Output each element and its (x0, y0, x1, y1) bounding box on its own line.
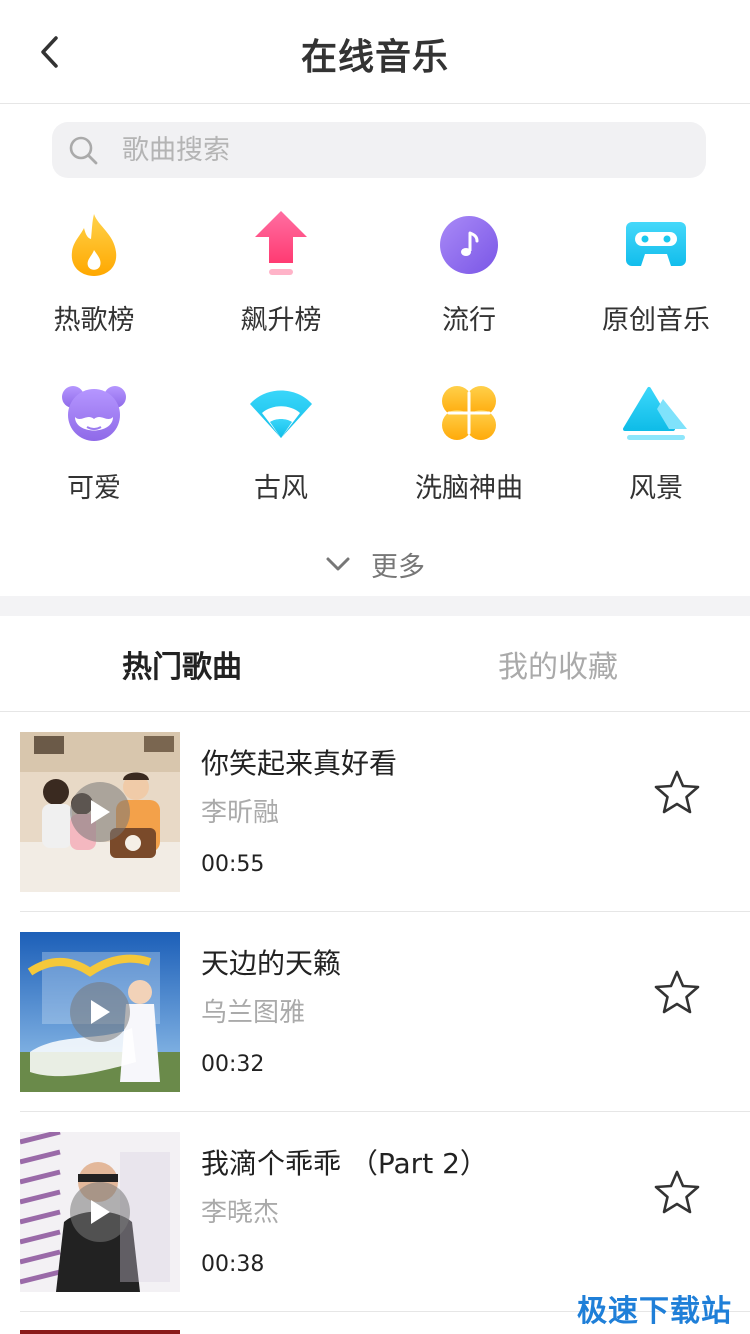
category-label: 原创音乐 (602, 305, 710, 336)
album-cover[interactable] (20, 1132, 180, 1292)
category-pop[interactable]: 流行 (375, 212, 563, 352)
play-icon (91, 1200, 110, 1224)
category-cute[interactable]: 可爱 (0, 380, 188, 520)
category-label: 热歌榜 (53, 305, 135, 336)
category-ancient-style[interactable]: 古风 (187, 380, 375, 520)
song-title: 你笑起来真好看 (201, 747, 398, 780)
tab-bar: 热门歌曲 我的收藏 (0, 616, 750, 712)
watermark: 极速下载站 (577, 1294, 732, 1329)
star-icon[interactable] (652, 768, 702, 818)
song-row[interactable]: 你笑起来真好看 李昕融 00:55 (0, 712, 750, 912)
tab-hot-songs[interactable]: 热门歌曲 (122, 642, 242, 686)
arrow-up-icon (248, 211, 314, 278)
more-label: 更多 (371, 551, 425, 583)
song-duration: 00:55 (201, 852, 265, 877)
more-button[interactable]: 更多 (0, 540, 750, 588)
next-album-cover-partial (20, 1330, 180, 1334)
song-row[interactable]: 天边的天籁 乌兰图雅 00:32 (0, 912, 750, 1112)
bear-face-icon (61, 380, 127, 446)
song-row[interactable]: 我滴个乖乖 （Part 2） 李晓杰 00:38 (0, 1112, 750, 1312)
flame-icon (61, 212, 127, 278)
search-icon (66, 133, 100, 167)
category-label: 流行 (442, 305, 496, 336)
song-duration: 00:32 (201, 1052, 265, 1077)
star-icon[interactable] (652, 968, 702, 1018)
page-title: 在线音乐 (300, 37, 449, 78)
category-hot-chart[interactable]: 热歌榜 (0, 212, 188, 352)
category-scenery[interactable]: 风景 (562, 380, 750, 520)
category-label: 风景 (629, 473, 683, 504)
music-note-icon (436, 212, 502, 278)
song-artist: 李昕融 (201, 798, 280, 828)
category-rising-chart[interactable]: 飙升榜 (187, 211, 375, 352)
category-label: 可爱 (67, 473, 121, 504)
play-button[interactable] (70, 782, 130, 842)
play-icon (91, 1000, 110, 1024)
album-cover[interactable] (20, 932, 180, 1092)
song-artist: 李晓杰 (201, 1198, 280, 1228)
play-button[interactable] (70, 1182, 130, 1242)
category-original-music[interactable]: 原创音乐 (562, 212, 750, 352)
song-title: 我滴个乖乖 （Part 2） (201, 1147, 488, 1180)
tab-my-favorites[interactable]: 我的收藏 (498, 642, 618, 686)
play-icon (91, 800, 110, 824)
section-divider (0, 596, 750, 616)
cassette-icon (623, 212, 689, 278)
category-label: 飙升榜 (240, 305, 322, 336)
album-cover[interactable] (20, 732, 180, 892)
search-bar[interactable] (52, 122, 706, 178)
fan-icon (248, 380, 314, 446)
category-earworm-songs[interactable]: 洗脑神曲 (375, 380, 563, 520)
nav-bar: 在线音乐 (0, 0, 750, 104)
chevron-down-icon (326, 557, 350, 571)
category-label: 古风 (254, 473, 308, 504)
category-label: 洗脑神曲 (415, 473, 523, 504)
song-duration: 00:38 (201, 1252, 265, 1277)
star-icon[interactable] (652, 1168, 702, 1218)
song-artist: 乌兰图雅 (201, 998, 306, 1028)
clover-icon (436, 380, 502, 446)
search-input[interactable] (122, 134, 642, 166)
song-title: 天边的天籁 (201, 947, 342, 980)
mountain-icon (623, 380, 689, 446)
play-button[interactable] (70, 982, 130, 1042)
